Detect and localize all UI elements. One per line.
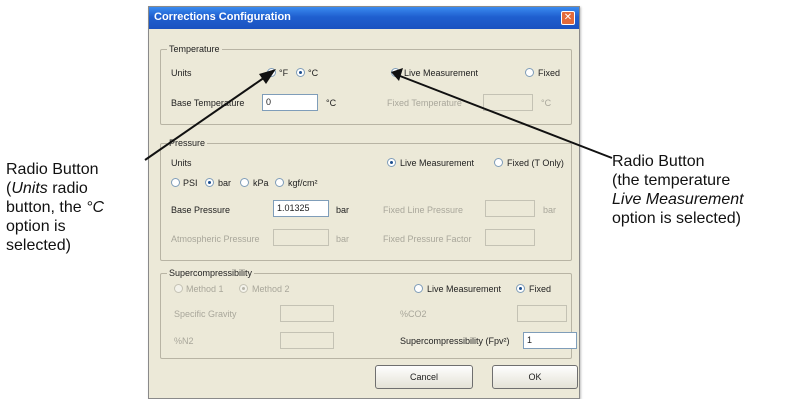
pressure-live-measurement-label: Live Measurement <box>400 158 475 168</box>
base-pressure-label: Base Pressure <box>171 205 231 215</box>
unit-c-radio[interactable] <box>296 68 305 77</box>
method2-radio[interactable] <box>239 284 248 293</box>
fixed-temperature-label: Fixed Temperature <box>387 98 462 108</box>
right-callout: Radio Button (the temperature Live Measu… <box>612 152 784 228</box>
specific-gravity-input[interactable] <box>280 305 334 322</box>
n2-label: %N2 <box>174 336 194 346</box>
right-callout-line1: Radio Button <box>612 153 705 170</box>
right-callout-line2: (the temperature <box>612 172 731 189</box>
base-temperature-input[interactable]: 0 <box>262 94 318 111</box>
fixed-temperature-unit: °C <box>541 98 552 108</box>
atmospheric-pressure-unit: bar <box>336 234 350 244</box>
supercompressibility-group-title: Supercompressibility <box>167 268 255 278</box>
temperature-group: Temperature Units °F °C Live Measurement… <box>160 44 572 125</box>
pressure-live-measurement-radio[interactable] <box>387 158 396 167</box>
unit-bar-radio[interactable] <box>205 178 214 187</box>
right-callout-line4: option is selected) <box>612 210 741 227</box>
dialog-title: Corrections Configuration <box>154 11 291 23</box>
atmospheric-pressure-label: Atmospheric Pressure <box>171 234 260 244</box>
method1-label: Method 1 <box>186 284 224 294</box>
temp-fixed-label: Fixed <box>538 68 561 78</box>
corrections-dialog: Corrections Configuration ✕ Temperature … <box>148 6 580 399</box>
unit-f-label: °F <box>279 68 289 78</box>
unit-kpa-label: kPa <box>253 178 269 188</box>
left-callout-c-italic: °C <box>86 199 105 216</box>
temp-fixed-radio[interactable] <box>525 68 534 77</box>
co2-input[interactable] <box>517 305 567 322</box>
unit-c-label: °C <box>308 68 319 78</box>
unit-f-radio[interactable] <box>267 68 276 77</box>
pressure-group: Pressure Units Live Measurement Fixed (T… <box>160 138 572 261</box>
unit-psi-label: PSI <box>183 178 198 188</box>
right-callout-live-measurement-italic: Live Measurement <box>612 191 744 208</box>
temperature-group-title: Temperature <box>167 44 222 54</box>
base-pressure-input[interactable]: 1.01325 <box>273 200 329 217</box>
pressure-group-title: Pressure <box>167 138 208 148</box>
left-callout-line4: option is <box>6 218 66 235</box>
base-temperature-label: Base Temperature <box>171 98 245 108</box>
fpv-input[interactable]: 1 <box>523 332 577 349</box>
title-bar: Corrections Configuration ✕ <box>149 7 579 29</box>
fixed-line-pressure-unit: bar <box>543 205 557 215</box>
pressure-units-label: Units <box>171 158 192 168</box>
temp-live-measurement-radio[interactable] <box>391 68 400 77</box>
sc-live-measurement-radio[interactable] <box>414 284 423 293</box>
fixed-pressure-factor-label: Fixed Pressure Factor <box>383 234 472 244</box>
pressure-fixed-radio[interactable] <box>494 158 503 167</box>
specific-gravity-label: Specific Gravity <box>174 309 237 319</box>
left-callout: Radio Button (Units radio button, the °C… <box>6 160 146 255</box>
unit-kgf-radio[interactable] <box>275 178 284 187</box>
left-callout-line5: selected) <box>6 237 71 254</box>
unit-kpa-radio[interactable] <box>240 178 249 187</box>
left-callout-line1: Radio Button <box>6 161 99 178</box>
right-callout-line3: Live Measurement <box>612 190 784 209</box>
unit-bar-label: bar <box>218 178 232 188</box>
atmospheric-pressure-input[interactable] <box>273 229 329 246</box>
pressure-fixed-label: Fixed (T Only) <box>507 158 564 168</box>
sc-fixed-label: Fixed <box>529 284 552 294</box>
ok-button[interactable]: OK <box>492 365 578 389</box>
left-callout-line2: (Units radio <box>6 179 146 198</box>
temp-live-measurement-label: Live Measurement <box>404 68 479 78</box>
left-callout-radio: radio <box>47 180 88 197</box>
fixed-temperature-input[interactable] <box>483 94 533 111</box>
unit-kgf-label: kgf/cm² <box>288 178 318 188</box>
left-callout-units-italic: Units <box>11 180 48 197</box>
base-pressure-unit: bar <box>336 205 350 215</box>
method2-label: Method 2 <box>252 284 290 294</box>
fixed-pressure-factor-input[interactable] <box>485 229 535 246</box>
fpv-label: Supercompressibility (Fpv²) <box>400 336 510 346</box>
left-callout-line3: button, the °C <box>6 198 146 217</box>
sc-fixed-radio[interactable] <box>516 284 525 293</box>
sc-live-measurement-label: Live Measurement <box>427 284 502 294</box>
method1-radio[interactable] <box>174 284 183 293</box>
close-icon[interactable]: ✕ <box>561 11 575 25</box>
fixed-line-pressure-label: Fixed Line Pressure <box>383 205 464 215</box>
fixed-line-pressure-input[interactable] <box>485 200 535 217</box>
n2-input[interactable] <box>280 332 334 349</box>
cancel-button[interactable]: Cancel <box>375 365 473 389</box>
supercompressibility-group: Supercompressibility Method 1 Method 2 L… <box>160 268 577 359</box>
base-temperature-unit: °C <box>326 98 337 108</box>
temperature-units-label: Units <box>171 68 192 78</box>
co2-label: %CO2 <box>400 309 427 319</box>
unit-psi-radio[interactable] <box>171 178 180 187</box>
left-callout-button-text: button, the <box>6 199 87 216</box>
